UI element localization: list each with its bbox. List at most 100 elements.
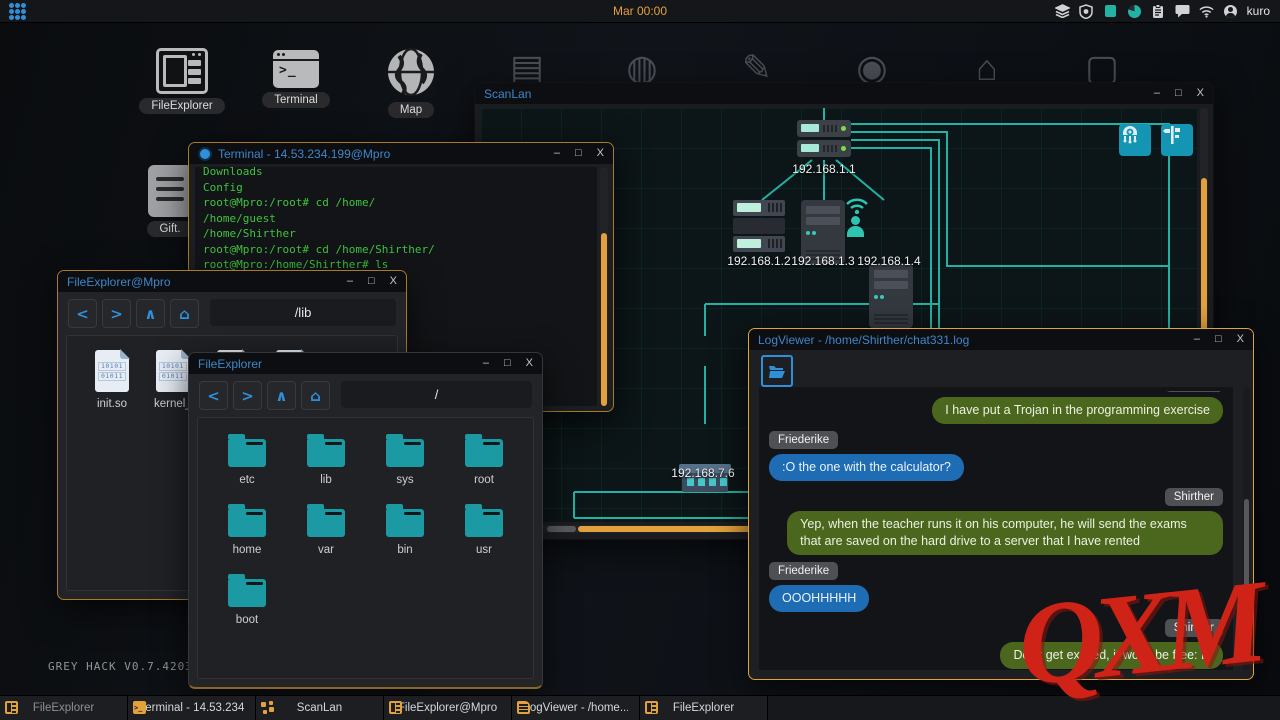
chat-message: ShirtherDon't get excited, it won't be f… xyxy=(769,619,1223,669)
desktop-icon-map[interactable]: Map xyxy=(366,46,456,118)
terminal-app-icon xyxy=(198,147,212,161)
taskbar-item[interactable]: ScanLan xyxy=(256,696,384,720)
window-logviewer: LogViewer - /home/Shirther/chat331.log –… xyxy=(748,328,1254,680)
titlebar[interactable]: LogViewer - /home/Shirther/chat331.log –… xyxy=(749,329,1253,350)
folder-item[interactable]: bin xyxy=(366,502,445,556)
maximize-button[interactable]: □ xyxy=(575,143,582,164)
taskbar-item[interactable]: FileExplorer xyxy=(640,696,768,720)
folder-icon xyxy=(465,439,503,467)
ip-label: 192.168.1.1 xyxy=(792,162,855,176)
taskbar-item[interactable]: LogViewer - /home... xyxy=(512,696,640,720)
taskbar-item-label: FileExplorer xyxy=(673,702,734,714)
titlebar[interactable]: Terminal - 14.53.234.199@Mpro – □ X xyxy=(189,143,613,164)
close-button[interactable]: X xyxy=(390,271,397,292)
folder-item[interactable]: usr xyxy=(445,502,524,556)
up-button[interactable]: ∧ xyxy=(267,381,296,410)
folder-label: home xyxy=(233,544,262,556)
minimize-button[interactable]: – xyxy=(1194,329,1200,350)
open-file-button[interactable] xyxy=(761,355,793,387)
terminal-icon xyxy=(133,701,146,714)
folder-icon xyxy=(386,509,424,537)
folder-list-panel[interactable]: etc lib sys root home var bin usr boot xyxy=(197,417,534,679)
up-button[interactable]: ∧ xyxy=(136,299,165,328)
folder-label: sys xyxy=(396,474,413,486)
folder-item[interactable]: root xyxy=(445,432,524,486)
folder-item[interactable]: boot xyxy=(208,572,287,626)
maximize-button[interactable]: □ xyxy=(1175,83,1182,104)
desktop-icon-label: Gift. xyxy=(147,221,192,237)
folder-item[interactable]: home xyxy=(208,502,287,556)
close-button[interactable]: X xyxy=(1237,329,1244,350)
taskbar-item-label: FileExplorer xyxy=(33,702,94,714)
titlebar[interactable]: FileExplorer – □ X xyxy=(189,353,542,374)
address-bar[interactable]: /lib xyxy=(210,299,396,326)
logviewer-scrollbar[interactable] xyxy=(1243,387,1250,670)
terminal-scrollbar[interactable] xyxy=(600,167,608,406)
window-title: ScanLan xyxy=(484,87,531,101)
forward-button[interactable]: > xyxy=(102,299,131,328)
maximize-button[interactable]: □ xyxy=(368,271,375,292)
clock: Mar 00:00 xyxy=(0,4,1280,18)
chat-bubble: OOOHHHHH xyxy=(769,585,869,612)
ip-label: 192.168.1.4 xyxy=(857,254,920,268)
folder-icon xyxy=(228,579,266,607)
home-button[interactable]: ⌂ xyxy=(301,381,330,410)
user-icon xyxy=(847,216,864,237)
scanlan-icon xyxy=(261,701,274,714)
minimize-button[interactable]: – xyxy=(483,353,489,374)
maximize-button[interactable]: □ xyxy=(1215,329,1222,350)
close-button[interactable]: X xyxy=(526,353,533,374)
folder-label: root xyxy=(474,474,494,486)
forward-button[interactable]: > xyxy=(233,381,262,410)
taskbar-item[interactable]: FileExplorer@Mpro xyxy=(384,696,512,720)
minimize-button[interactable]: – xyxy=(347,271,353,292)
chat-author: Shirther xyxy=(1165,488,1223,506)
window-title: FileExplorer@Mpro xyxy=(67,275,171,289)
open-folder-icon xyxy=(768,364,786,379)
chat-author: Friederike xyxy=(769,431,838,449)
desktop-icon-fileexplorer[interactable]: FileExplorer xyxy=(137,48,227,114)
desktop-icon-terminal[interactable]: >_ Terminal xyxy=(251,50,341,108)
folder-label: var xyxy=(318,544,334,556)
ip-label: 192.168.7.6 xyxy=(671,466,734,480)
folder-item[interactable]: sys xyxy=(366,432,445,486)
close-button[interactable]: X xyxy=(1197,83,1204,104)
chat-log[interactable]: Shirther I have put a Trojan in the progr… xyxy=(759,387,1233,670)
maximize-button[interactable]: □ xyxy=(504,353,511,374)
back-button[interactable]: < xyxy=(199,381,228,410)
file-icon: 1010101011 xyxy=(156,350,190,392)
titlebar[interactable]: ScanLan – □ X xyxy=(475,83,1213,104)
terminal-line: Downloads xyxy=(203,167,589,180)
filter-icon xyxy=(1161,124,1183,146)
folder-label: bin xyxy=(397,544,412,556)
address-bar[interactable]: / xyxy=(341,381,532,408)
folder-item[interactable]: lib xyxy=(287,432,366,486)
scan-tool-button[interactable] xyxy=(1119,124,1151,156)
chat-bubble: I have put a Trojan in the programming e… xyxy=(932,397,1223,424)
desktop-icon-label: Terminal xyxy=(262,92,329,108)
terminal-line: root@Mpro:/root# cd /home/Shirther/ xyxy=(203,242,589,258)
node-server-stack[interactable] xyxy=(733,200,785,254)
minimize-button[interactable]: – xyxy=(1154,83,1160,104)
terminal-line: root@Mpro:/root# cd /home/ xyxy=(203,195,589,211)
node-tower-pc[interactable] xyxy=(869,264,913,328)
ip-label: 192.168.1.3 xyxy=(791,254,854,268)
fileexplorer-icon xyxy=(156,48,208,94)
globe-icon xyxy=(385,46,437,98)
window-title: FileExplorer xyxy=(198,357,262,371)
node-router[interactable] xyxy=(797,120,851,160)
folder-item[interactable]: var xyxy=(287,502,366,556)
home-button[interactable]: ⌂ xyxy=(170,299,199,328)
back-button[interactable]: < xyxy=(68,299,97,328)
filter-tool-button[interactable] xyxy=(1161,124,1193,156)
taskbar-item[interactable]: Terminal - 14.53.234... xyxy=(128,696,256,720)
close-button[interactable]: X xyxy=(597,143,604,164)
titlebar[interactable]: FileExplorer@Mpro – □ X xyxy=(58,271,406,292)
file-item[interactable]: 1010101011 kernel_ xyxy=(154,350,192,410)
minimize-button[interactable]: – xyxy=(554,143,560,164)
taskbar-item[interactable]: FileExplorer xyxy=(0,696,128,720)
file-item[interactable]: 1010101011 init.so xyxy=(95,350,129,410)
logviewer-icon xyxy=(517,701,530,714)
folder-item[interactable]: etc xyxy=(208,432,287,486)
folder-label: lib xyxy=(320,474,332,486)
